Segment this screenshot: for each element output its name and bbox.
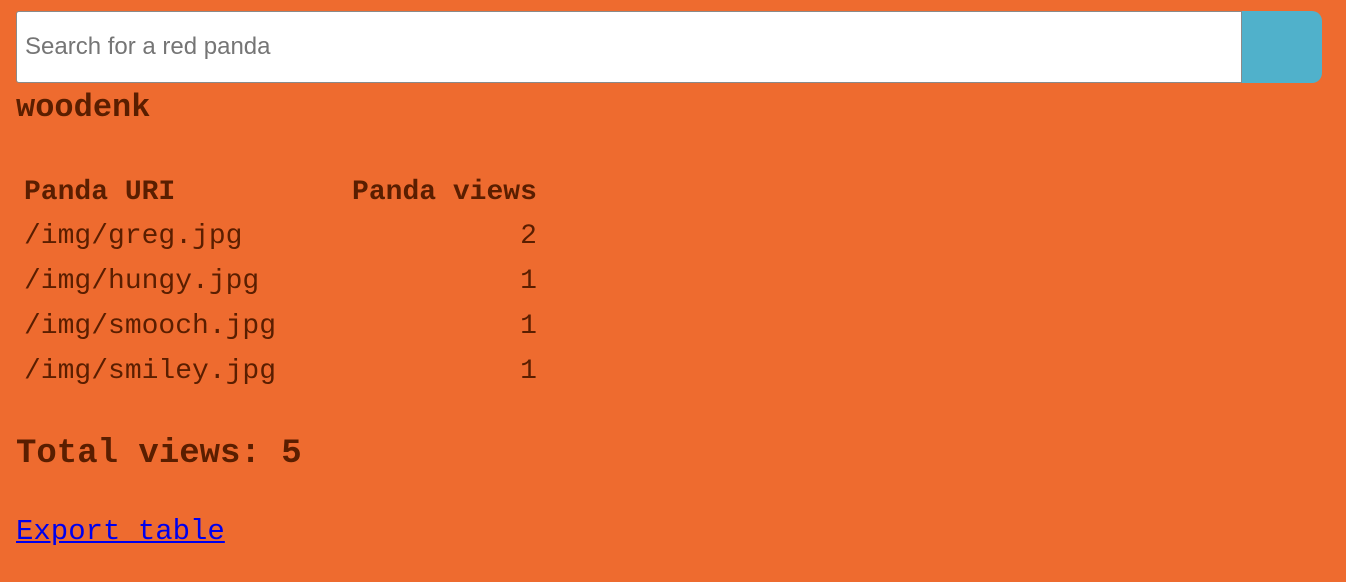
username-heading: woodenk <box>16 89 151 126</box>
table-row: /img/smiley.jpg 1 <box>22 349 539 394</box>
column-header-uri: Panda URI <box>24 176 176 208</box>
panda-views-cell: 1 <box>520 356 537 387</box>
table-row: /img/smooch.jpg 1 <box>22 304 539 349</box>
total-views-value: 5 <box>281 435 302 473</box>
search-bar <box>16 11 1322 83</box>
panda-views-cell: 1 <box>520 266 537 297</box>
table-row: /img/hungy.jpg 1 <box>22 259 539 304</box>
panda-uri-cell: /img/smiley.jpg <box>24 356 277 387</box>
total-views-label: Total views: <box>16 435 261 473</box>
export-table-link[interactable]: Export table <box>16 512 225 552</box>
panda-views-cell: 1 <box>520 311 537 342</box>
panda-views-table: Panda URI Panda views /img/greg.jpg 2 /i… <box>18 170 543 394</box>
total-views: Total views: 5 <box>16 432 302 476</box>
table-row: /img/greg.jpg 2 <box>22 214 539 259</box>
panda-uri-cell: /img/smooch.jpg <box>24 311 277 342</box>
table-header-row: Panda URI Panda views <box>22 170 539 214</box>
panda-uri-cell: /img/greg.jpg <box>24 221 243 252</box>
search-input[interactable] <box>16 11 1242 83</box>
column-header-views: Panda views <box>352 176 537 208</box>
panda-views-cell: 2 <box>520 221 537 252</box>
search-button[interactable] <box>1242 11 1322 83</box>
panda-uri-cell: /img/hungy.jpg <box>24 266 260 297</box>
